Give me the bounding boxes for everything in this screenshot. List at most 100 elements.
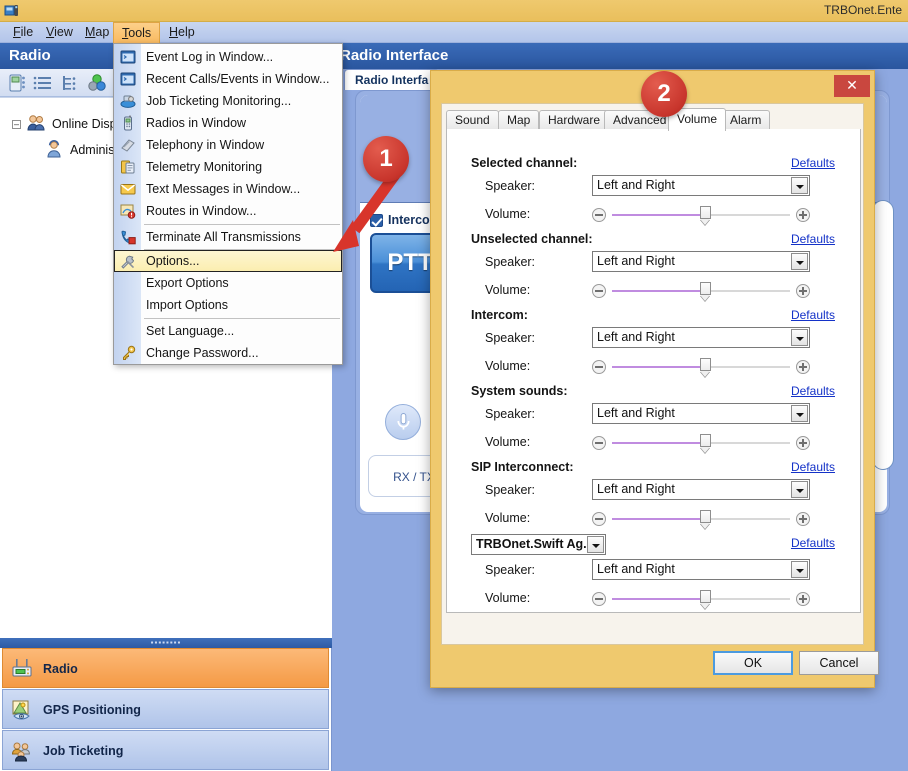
menu-item-set-language[interactable]: Set Language... bbox=[115, 320, 343, 342]
tab-alarm[interactable]: Alarm bbox=[721, 110, 771, 130]
volume-decrease-icon[interactable] bbox=[592, 208, 606, 222]
gps-map-icon bbox=[12, 700, 30, 720]
key-icon bbox=[123, 345, 136, 360]
volume-decrease-icon[interactable] bbox=[592, 360, 606, 374]
slider-thumb[interactable] bbox=[699, 282, 711, 295]
speaker-select-selected-channel[interactable]: Left and Right bbox=[592, 175, 810, 196]
sidebar-item-radio[interactable]: Radio bbox=[2, 648, 329, 688]
chevron-down-icon[interactable] bbox=[791, 481, 808, 498]
chevron-down-icon[interactable] bbox=[791, 405, 808, 422]
menu-item-import-options[interactable]: Import Options bbox=[115, 294, 343, 316]
sidebar-item-job-ticketing[interactable]: Job Ticketing bbox=[2, 730, 329, 770]
tree-list-icon[interactable] bbox=[60, 73, 82, 93]
collapsed-side-panel[interactable] bbox=[872, 200, 894, 470]
tree-expander[interactable]: – bbox=[12, 120, 21, 129]
swift-agent-value: TRBOnet.Swift Ag... bbox=[476, 537, 594, 551]
chevron-down-icon[interactable] bbox=[791, 177, 808, 194]
menu-item-export-options[interactable]: Export Options bbox=[115, 272, 343, 294]
intercom-checkbox-row[interactable]: Interco bbox=[370, 213, 430, 227]
chevron-down-icon[interactable] bbox=[791, 561, 808, 578]
volume-increase-icon[interactable] bbox=[796, 360, 810, 374]
menu-help[interactable]: Help bbox=[160, 22, 204, 43]
volume-decrease-icon[interactable] bbox=[592, 512, 606, 526]
slider-track-filled bbox=[612, 442, 705, 444]
speaker-select-swift-agent[interactable]: Left and Right bbox=[592, 559, 810, 580]
volume-decrease-icon[interactable] bbox=[592, 592, 606, 606]
speaker-label-intercom: Speaker: bbox=[485, 331, 536, 345]
slider-thumb[interactable] bbox=[699, 358, 711, 371]
volume-slider-intercom[interactable] bbox=[592, 357, 810, 377]
menu-item-job-ticketing-monitoring[interactable]: Job Ticketing Monitoring... bbox=[115, 90, 343, 112]
tree-node-administrator[interactable]: Adminis bbox=[70, 143, 114, 157]
volume-slider-system-sounds[interactable] bbox=[592, 433, 810, 453]
speaker-select-intercom[interactable]: Left and Right bbox=[592, 327, 810, 348]
tab-radio-interface[interactable]: Radio Interfa bbox=[344, 69, 440, 91]
volume-slider-unselected-channel[interactable] bbox=[592, 281, 810, 301]
defaults-link-system-sounds[interactable]: Defaults bbox=[791, 384, 835, 398]
menu-item-radios-in-window[interactable]: Radios in Window bbox=[115, 112, 343, 134]
volume-decrease-icon[interactable] bbox=[592, 284, 606, 298]
speaker-select-unselected-channel[interactable]: Left and Right bbox=[592, 251, 810, 272]
volume-decrease-icon[interactable] bbox=[592, 436, 606, 450]
telephony-icon bbox=[121, 139, 135, 152]
sidebar-item-gps-positioning[interactable]: GPS Positioning bbox=[2, 689, 329, 729]
slider-thumb[interactable] bbox=[699, 510, 711, 523]
speaker-select-sip-interconnect[interactable]: Left and Right bbox=[592, 479, 810, 500]
menu-item-options[interactable]: Options... bbox=[114, 250, 342, 272]
volume-slider-swift-agent[interactable] bbox=[592, 589, 810, 609]
chevron-down-icon[interactable] bbox=[791, 253, 808, 270]
slider-thumb[interactable] bbox=[699, 206, 711, 219]
volume-increase-icon[interactable] bbox=[796, 512, 810, 526]
annotation-badge-1: 1 bbox=[363, 136, 409, 182]
defaults-link-unselected-channel[interactable]: Defaults bbox=[791, 232, 835, 246]
tools-wrench-icon bbox=[121, 255, 135, 269]
nav-splitter-grip[interactable]: ▪▪▪▪▪▪▪▪ bbox=[0, 638, 332, 648]
details-list-icon[interactable] bbox=[32, 73, 54, 93]
menu-tools[interactable]: Tools bbox=[113, 22, 161, 44]
microphone-icon[interactable] bbox=[385, 404, 421, 440]
menu-item-terminate-all-transmissions[interactable]: Terminate All Transmissions bbox=[115, 226, 343, 248]
status-dots-icon[interactable] bbox=[86, 73, 112, 93]
volume-slider-selected-channel[interactable] bbox=[592, 205, 810, 225]
menu-item-change-password[interactable]: Change Password... bbox=[115, 342, 343, 364]
defaults-link-sip-interconnect[interactable]: Defaults bbox=[791, 460, 835, 474]
volume-increase-icon[interactable] bbox=[796, 208, 810, 222]
menu-map[interactable]: Map bbox=[76, 22, 118, 43]
chevron-down-icon[interactable] bbox=[587, 536, 604, 553]
menu-item-routes-in-window[interactable]: Routes in Window... bbox=[115, 200, 343, 222]
defaults-link-intercom[interactable]: Defaults bbox=[791, 308, 835, 322]
volume-increase-icon[interactable] bbox=[796, 436, 810, 450]
radio-list-icon[interactable] bbox=[8, 73, 30, 93]
slider-track-filled bbox=[612, 366, 705, 368]
defaults-link-selected-channel[interactable]: Defaults bbox=[791, 156, 835, 170]
defaults-link-swift-agent[interactable]: Defaults bbox=[791, 536, 835, 550]
ok-button[interactable]: OK bbox=[713, 651, 793, 675]
radio-base-icon bbox=[12, 659, 32, 677]
tab-map[interactable]: Map bbox=[498, 110, 540, 130]
telemetry-icon bbox=[121, 160, 135, 174]
menu-item-recent-calls-events-in-window[interactable]: Recent Calls/Events in Window... bbox=[115, 68, 343, 90]
chevron-down-icon[interactable] bbox=[791, 329, 808, 346]
volume-increase-icon[interactable] bbox=[796, 592, 810, 606]
section-title-intercom: Intercom: bbox=[471, 308, 528, 322]
volume-slider-sip-interconnect[interactable] bbox=[592, 509, 810, 529]
swift-agent-select[interactable]: TRBOnet.Swift Ag... bbox=[471, 534, 606, 555]
menu-item-text-messages-in-window[interactable]: Text Messages in Window... bbox=[115, 178, 343, 200]
menu-item-event-log-in-window[interactable]: Event Log in Window... bbox=[115, 46, 343, 68]
menu-item-telephony-in-window[interactable]: Telephony in Window bbox=[115, 134, 343, 156]
speaker-select-system-sounds[interactable]: Left and Right bbox=[592, 403, 810, 424]
tree-node-online-dispatchers[interactable]: Online Disp bbox=[52, 117, 117, 131]
menu-item-telemetry-monitoring[interactable]: Telemetry Monitoring bbox=[115, 156, 343, 178]
speaker-value-sip-interconnect: Left and Right bbox=[597, 482, 675, 496]
close-icon[interactable]: ✕ bbox=[834, 75, 870, 97]
tab-sound[interactable]: Sound bbox=[446, 110, 499, 130]
intercom-checkbox[interactable] bbox=[370, 214, 383, 227]
volume-increase-icon[interactable] bbox=[796, 284, 810, 298]
cancel-button[interactable]: Cancel bbox=[799, 651, 879, 675]
group-users-icon bbox=[27, 115, 45, 131]
slider-thumb[interactable] bbox=[699, 434, 711, 447]
menu-label: Telephony in Window bbox=[146, 138, 265, 152]
slider-track-filled bbox=[612, 290, 705, 292]
slider-thumb[interactable] bbox=[699, 590, 711, 603]
tab-hardware[interactable]: Hardware bbox=[539, 110, 610, 130]
